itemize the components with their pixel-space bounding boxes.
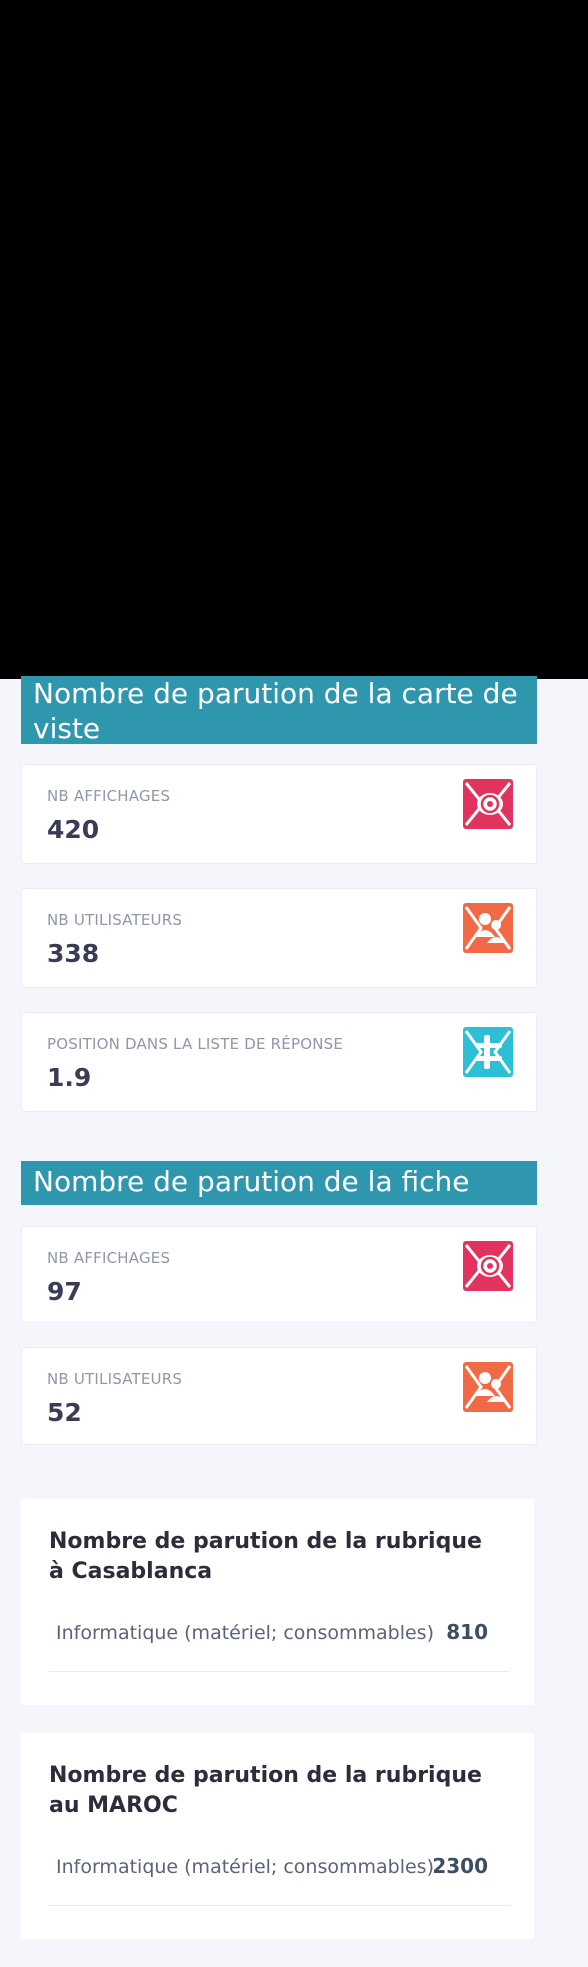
section-title-fiche: Nombre de parution de la fiche: [21, 1161, 537, 1205]
stat-value: 420: [47, 815, 100, 844]
section-title-carte: Nombre de parution de la carte de viste: [21, 676, 537, 745]
users-icon: [463, 903, 513, 953]
rubrique-name: Informatique (matériel; consommables): [56, 1856, 434, 1878]
blank-top-area: [0, 0, 588, 679]
users-icon: [463, 1362, 513, 1412]
rubrique-name: Informatique (matériel; consommables): [56, 1622, 434, 1644]
rubrique-title: Nombre de parution de la rubrique au MAR…: [49, 1763, 482, 1818]
rubrique-card-casablanca: Nombre de parution de la rubrique à Casa…: [21, 1499, 534, 1705]
stat-label: POSITION DANS LA LISTE DE RÉPONSE: [47, 1035, 344, 1053]
stat-value: 52: [47, 1398, 82, 1427]
stat-value: 97: [47, 1277, 82, 1306]
stat-value: 1.9: [47, 1063, 92, 1092]
stat-label: NB AFFICHAGES: [47, 787, 171, 805]
stat-card-carte-utilisateurs: NB UTILISATEURS 338: [21, 888, 537, 988]
stat-label: NB AFFICHAGES: [47, 1249, 171, 1267]
stat-card-carte-affichages: NB AFFICHAGES 420: [21, 764, 537, 864]
stat-card-carte-position: POSITION DANS LA LISTE DE RÉPONSE 1.9: [21, 1012, 537, 1112]
rubrique-title: Nombre de parution de la rubrique à Casa…: [49, 1529, 482, 1584]
rubrique-card-maroc: Nombre de parution de la rubrique au MAR…: [21, 1733, 534, 1939]
rubrique-row: Informatique (matériel; consommables) 81…: [49, 1612, 510, 1672]
section-title-carte-text: Nombre de parution de la carte de viste: [33, 677, 518, 745]
section-title-fiche-text: Nombre de parution de la fiche: [33, 1165, 470, 1198]
eye-icon: [463, 779, 513, 829]
eye-icon: [463, 1241, 513, 1291]
rubrique-row: Informatique (matériel; consommables) 23…: [49, 1846, 510, 1906]
rubrique-count: 810: [446, 1620, 488, 1644]
stat-card-fiche-affichages: NB AFFICHAGES 97: [21, 1226, 537, 1323]
rubrique-count: 2300: [432, 1854, 488, 1878]
stat-label: NB UTILISATEURS: [47, 911, 183, 929]
stat-value: 338: [47, 939, 100, 968]
stat-label: NB UTILISATEURS: [47, 1370, 183, 1388]
stat-card-fiche-utilisateurs: NB UTILISATEURS 52: [21, 1347, 537, 1445]
list-position-icon: [463, 1027, 513, 1077]
